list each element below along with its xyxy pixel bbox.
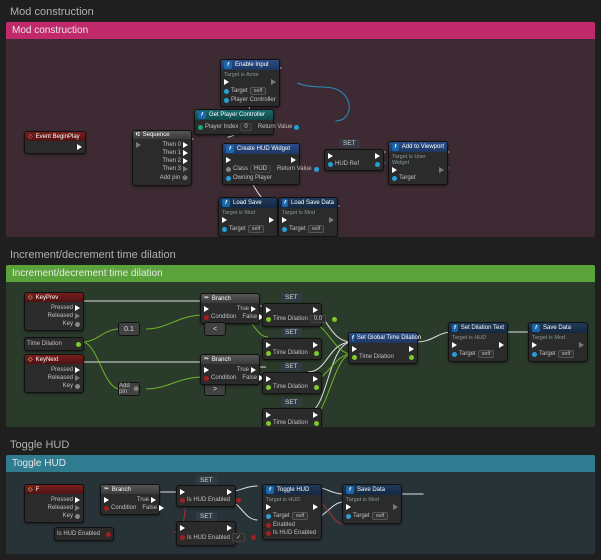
node-set-global-td[interactable]: fSet Global Time Dilation Time Dilation	[348, 332, 418, 364]
node-set-top[interactable]: Time Dilation0.0	[262, 303, 322, 327]
node-const-01-bot[interactable]: Add pin⊕	[118, 382, 140, 396]
set-label-mid: SET	[281, 328, 302, 337]
node-event-beginplay[interactable]: ◇ Event BeginPlay	[24, 131, 86, 154]
node-set-dilation-text[interactable]: fSet Dilation Text Target is HUD Targets…	[448, 322, 508, 362]
function-icon: f	[222, 199, 230, 207]
node-get-player-controller[interactable]: fGet Player Controller Player Index0 Ret…	[194, 109, 274, 135]
section-label-mod: Mod construction	[0, 0, 601, 22]
node-load-save[interactable]: fLoad Save Target is Mod Targetself	[218, 197, 278, 237]
section-label-inc: Increment/decrement time dilation	[0, 243, 601, 265]
node-branch-top[interactable]: ⤕Branch True ConditionFalse	[200, 293, 260, 324]
function-icon: f	[346, 486, 354, 494]
node-key-f[interactable]: ◇F Pressed Released Key	[24, 484, 84, 523]
function-icon: f	[224, 61, 232, 69]
graph-inc[interactable]: ◇KeyPrev Pressed Released Key Time Dilat…	[6, 282, 595, 427]
section-inc: Increment/decrement time dilation ◇KeyPr…	[6, 265, 595, 427]
exec-out-icon	[77, 144, 82, 150]
node-load-save-data[interactable]: fLoad Save Data Target is Mod Targetself	[278, 197, 338, 237]
function-icon: f	[226, 145, 234, 153]
node-set-tog-false[interactable]: Is HUD Enabled✓	[176, 521, 236, 546]
node-enable-input[interactable]: fEnable Input Target is Actor Targetself…	[220, 59, 280, 107]
node-sequence[interactable]: ⑆ Sequence Then 0 Then 1 Then 2 Then 3 A…	[132, 130, 192, 186]
node-toggle-hud[interactable]: fToggle HUD Target is HUD Targetself Ena…	[262, 484, 322, 540]
graph-mod[interactable]: ◇ Event BeginPlay ⑆ Sequence Then 0 Then…	[6, 39, 595, 237]
set-label-tog-true: SET	[196, 476, 217, 485]
node-add-to-viewport[interactable]: fAdd to Viewport Target is User Widget T…	[388, 141, 448, 185]
node-set-botB[interactable]: Time Dilation	[262, 408, 322, 427]
branch-icon: ⤕	[104, 486, 109, 493]
set-label-botA: SET	[281, 362, 302, 371]
node-var-ishudenabled[interactable]: Is HUD Enabled	[54, 527, 114, 541]
node-const-01-top[interactable]: 0.1	[118, 322, 140, 336]
node-branch-tog[interactable]: ⤕Branch True ConditionFalse	[100, 484, 160, 515]
set-label-botB: SET	[281, 398, 302, 407]
node-branch-bot[interactable]: ⤕Branch True ConditionFalse	[200, 354, 260, 385]
node-keynext[interactable]: ◇KeyNext Pressed Released Key	[24, 354, 84, 393]
node-set-tog-true[interactable]: Is HUD Enabled	[176, 485, 236, 507]
function-icon: f	[266, 486, 274, 494]
add-pin-icon[interactable]: ⊕	[182, 174, 188, 182]
node-set-botA[interactable]: Time Dilation	[262, 372, 322, 394]
function-icon: f	[352, 334, 354, 342]
node-var-timedilation[interactable]: Time Dilation	[24, 337, 84, 351]
section-mod: Mod construction ◇ Event BeginPlay	[6, 22, 595, 237]
function-icon: f	[392, 143, 399, 151]
function-icon: f	[452, 324, 458, 332]
function-icon: f	[198, 111, 206, 119]
branch-icon: ⤕	[204, 356, 209, 363]
node-save-data-tog[interactable]: fSave Data Target is Mod Targetself	[342, 484, 402, 524]
node-set-mid[interactable]: Time Dilation	[262, 338, 322, 360]
sequence-icon: ⑆	[136, 132, 140, 138]
section-header-mod[interactable]: Mod construction	[6, 22, 595, 39]
node-create-hud-widget[interactable]: fCreate HUD Widget ClassHUD Return Value…	[222, 143, 300, 185]
function-icon: f	[282, 199, 288, 207]
set-label-tog-false: SET	[196, 512, 217, 521]
set-label-top: SET	[281, 293, 302, 302]
node-set-hudref[interactable]: HUD Ref	[324, 149, 384, 171]
set-label-hudref: SET	[339, 139, 360, 148]
node-op-lt[interactable]: <	[204, 322, 226, 336]
function-icon: f	[532, 324, 540, 332]
node-keyprev[interactable]: ◇KeyPrev Pressed Released Key	[24, 292, 84, 331]
section-header-inc[interactable]: Increment/decrement time dilation	[6, 265, 595, 282]
add-pin-icon[interactable]: ⊕	[133, 385, 139, 393]
section-tog: Toggle HUD ◇F Pressed Released Key Is HU…	[6, 455, 595, 554]
graph-tog[interactable]: ◇F Pressed Released Key Is HUD Enabled ⤕…	[6, 472, 595, 554]
section-label-tog: Toggle HUD	[0, 433, 601, 455]
node-save-data-inc[interactable]: fSave Data Target is Mod Targetself	[528, 322, 588, 362]
section-header-tog[interactable]: Toggle HUD	[6, 455, 595, 472]
branch-icon: ⤕	[204, 295, 209, 302]
